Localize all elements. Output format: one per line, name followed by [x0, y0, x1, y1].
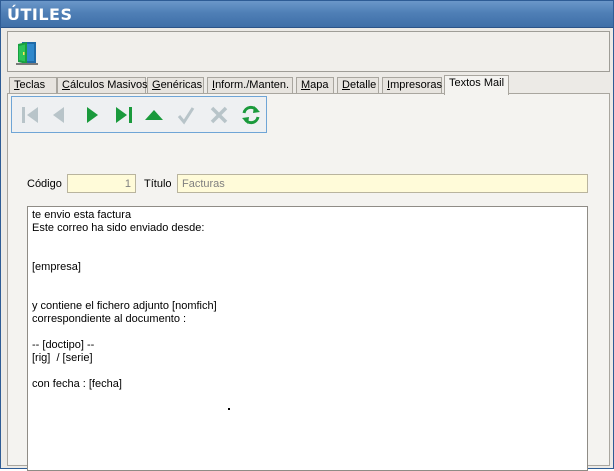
codigo-label: Código — [27, 178, 62, 190]
mail-body-line: [empresa] — [32, 261, 81, 273]
tab-label: etalle — [349, 79, 377, 91]
mail-body-line — [32, 274, 583, 287]
mouse-cursor — [228, 408, 230, 410]
utiles-window: ÚTILES Teclas Cálculos Masivos Genéricas In… — [0, 0, 614, 471]
cancel-x-icon — [207, 103, 231, 127]
mail-body-line: Este correo ha sido enviado desde: — [32, 222, 205, 234]
tab-label: enéricas — [160, 79, 203, 91]
tab-label: mpresoras — [390, 79, 443, 91]
tab-mapa[interactable]: Mapa — [296, 77, 334, 94]
tab-label: eclas — [19, 79, 46, 91]
post-check-icon — [174, 103, 198, 127]
mail-body-textarea[interactable]: te envio esta factura Este correo ha sido… — [27, 206, 588, 471]
mail-body-line: con fecha : [fecha] — [32, 378, 122, 390]
tab-strip: Teclas Cálculos Masivos Genéricas Inform./M… — [7, 75, 610, 95]
mail-body-line — [32, 287, 583, 300]
mail-body-line — [32, 235, 583, 248]
mail-body-line — [32, 326, 583, 339]
tab-impresoras[interactable]: Impresoras — [382, 77, 442, 94]
codigo-field[interactable] — [67, 174, 136, 193]
tab-label: nform./Manten. — [215, 79, 290, 91]
mail-body-line — [32, 248, 583, 261]
tab-cálculos-masivos[interactable]: Cálculos Masivos — [57, 77, 148, 94]
tab-detalle[interactable]: Detalle — [337, 77, 379, 94]
exit-door-icon[interactable] — [13, 40, 41, 66]
window-client-area: Teclas Cálculos Masivos Genéricas Inform./M… — [3, 29, 611, 471]
title-bar: ÚTILES — [1, 1, 613, 28]
tab-teclas[interactable]: Teclas — [9, 77, 57, 94]
tab-accelerator: G — [152, 79, 161, 91]
tab-accelerator: M — [301, 79, 311, 91]
tab-inform-manten[interactable]: Inform./Manten. — [207, 77, 293, 94]
mail-body-line: y contiene el fichero adjunto [nomfich] — [32, 300, 217, 312]
first-record-icon — [18, 103, 42, 127]
mail-body-line: -- [doctipo] -- — [32, 339, 95, 351]
tab-textos-mail[interactable]: Textos Mail — [444, 75, 509, 95]
titulo-field[interactable] — [177, 174, 588, 193]
navigator-toolbar — [11, 96, 267, 133]
tab-accelerator: D — [342, 79, 350, 91]
tab-label: Textos Mail — [449, 77, 505, 89]
tab-label: álculos Masivos — [69, 79, 148, 91]
refresh-icon[interactable] — [239, 103, 263, 127]
mail-body-line: correspondiente al documento : — [32, 313, 187, 325]
insert-record-icon[interactable] — [142, 103, 166, 127]
next-record-icon[interactable] — [80, 103, 104, 127]
last-record-icon[interactable] — [112, 103, 136, 127]
titulo-label: Título — [144, 178, 172, 190]
tab-accelerator: C — [62, 79, 70, 91]
tab-label: apa — [310, 79, 329, 91]
tab-panel-textos-mail: Código Título te envio esta facturaEste … — [7, 93, 610, 471]
top-toolbar — [7, 31, 610, 72]
mail-body-line: [rig] / [serie] — [32, 352, 93, 364]
mail-body-line: te envio esta factura — [32, 209, 132, 221]
tab-genéricas[interactable]: Genéricas — [147, 77, 204, 94]
window-title: ÚTILES — [7, 5, 73, 24]
previous-record-icon — [47, 103, 71, 127]
mail-body-line — [32, 365, 583, 378]
